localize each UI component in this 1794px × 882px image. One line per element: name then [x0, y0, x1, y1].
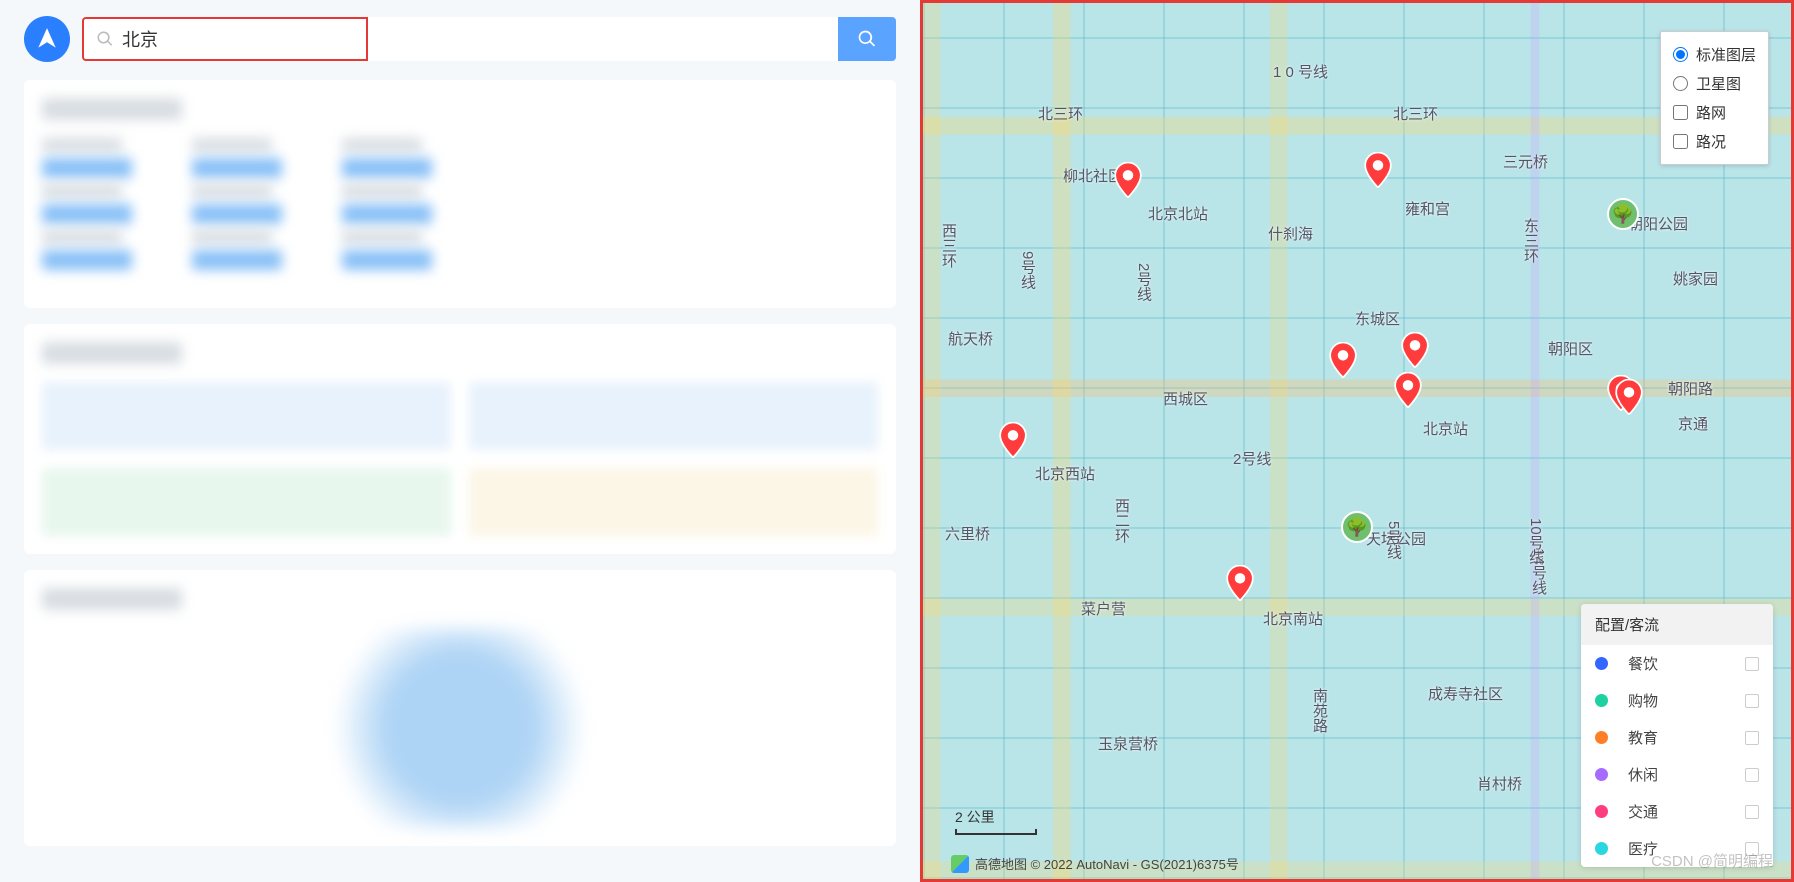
map-label: 南苑路	[1309, 688, 1330, 733]
map-label: 2号线	[1133, 263, 1154, 301]
legend-label: 交通	[1628, 801, 1725, 822]
map-label: 朝阳路	[1668, 378, 1713, 399]
map-marker[interactable]	[999, 422, 1027, 458]
map-label: 5号线	[1383, 521, 1404, 559]
legend-dot-icon	[1595, 731, 1608, 744]
map-marker[interactable]	[1364, 152, 1392, 188]
map-marker[interactable]	[1329, 342, 1357, 378]
map-label: 北京站	[1423, 418, 1468, 439]
park-icon: 🌳	[1607, 198, 1639, 230]
legend-dot-icon	[1595, 842, 1608, 855]
legend-item[interactable]: 购物	[1581, 682, 1773, 719]
map-label: 西三环	[938, 223, 959, 268]
map-label: 西二环	[1111, 498, 1132, 543]
search-extra-space	[368, 17, 838, 61]
map-label: 东城区	[1355, 308, 1400, 329]
search-input[interactable]	[122, 29, 354, 50]
map-label: 北京北站	[1148, 203, 1208, 224]
legend-dot-icon	[1595, 657, 1608, 670]
map-label: 成寿寺社区	[1428, 683, 1503, 704]
app-logo[interactable]	[24, 16, 70, 62]
legend-dot-icon	[1595, 805, 1608, 818]
map-label: 肖村桥	[1477, 773, 1522, 794]
map-label: 2号线	[1233, 448, 1271, 469]
layer-satellite[interactable]: 卫星图	[1673, 69, 1756, 98]
legend-label: 购物	[1628, 690, 1725, 711]
left-panel	[0, 0, 920, 882]
map-label: 北京西站	[1035, 463, 1095, 484]
map-label: 北京南站	[1263, 608, 1323, 629]
map-label: 菜户营	[1081, 598, 1126, 619]
search-input-wrap[interactable]	[82, 17, 368, 61]
map-attribution: 高德地图 © 2022 AutoNavi - GS(2021)6375号	[951, 854, 1239, 873]
layer-traffic[interactable]: 路况	[1673, 127, 1756, 156]
layer-control[interactable]: 标准图层 卫星图 路网 路况	[1660, 31, 1769, 165]
amap-logo-icon	[951, 855, 969, 873]
map-panel[interactable]: 北三环柳北社区西三环北京北站什刹海雍和宫北三环三元桥东三环朝阳公园航天桥东城区朝…	[920, 0, 1794, 882]
search-icon	[857, 29, 877, 49]
legend-label: 餐饮	[1628, 653, 1725, 674]
legend-checkbox[interactable]	[1745, 694, 1759, 708]
legend-panel: 配置/客流 餐饮购物教育休闲交通医疗	[1581, 604, 1773, 867]
map-label: 14号线	[1528, 548, 1549, 595]
map-label: 北三环	[1393, 103, 1438, 124]
legend-label: 休闲	[1628, 764, 1725, 785]
result-card-2	[24, 324, 896, 554]
scale-bar: 2 公里	[955, 807, 1037, 835]
legend-dot-icon	[1595, 694, 1608, 707]
result-card-3	[24, 570, 896, 846]
map-label: 玉泉营桥	[1098, 733, 1158, 754]
map-label: 京通	[1678, 413, 1708, 434]
map-label: 9号线	[1017, 251, 1038, 289]
legend-title: 配置/客流	[1581, 604, 1773, 645]
legend-checkbox[interactable]	[1745, 657, 1759, 671]
legend-item[interactable]: 教育	[1581, 719, 1773, 756]
map-marker[interactable]	[1401, 332, 1429, 368]
map-label: 什刹海	[1268, 223, 1313, 244]
blurred-title	[42, 588, 182, 610]
legend-item[interactable]: 餐饮	[1581, 645, 1773, 682]
map-marker[interactable]	[1226, 565, 1254, 601]
map-label: 姚家园	[1673, 268, 1718, 289]
map-label: 北三环	[1038, 103, 1083, 124]
blurred-title	[42, 98, 182, 120]
legend-checkbox[interactable]	[1745, 768, 1759, 782]
map-label: 六里桥	[945, 523, 990, 544]
watermark: CSDN @简明编程	[1651, 850, 1773, 871]
park-icon: 🌳	[1341, 511, 1373, 543]
map-marker[interactable]	[1615, 379, 1643, 415]
legend-item[interactable]: 交通	[1581, 793, 1773, 830]
map-label: 1 0 号线	[1273, 61, 1328, 82]
map-marker[interactable]	[1394, 372, 1422, 408]
search-button[interactable]	[838, 17, 896, 61]
legend-checkbox[interactable]	[1745, 805, 1759, 819]
blurred-title	[42, 342, 182, 364]
layer-roadnet[interactable]: 路网	[1673, 98, 1756, 127]
map-label: 西城区	[1163, 388, 1208, 409]
result-card-1	[24, 80, 896, 308]
map-label: 东三环	[1520, 218, 1541, 263]
search-icon	[96, 30, 114, 48]
search-bar	[24, 16, 896, 62]
map-marker[interactable]	[1114, 162, 1142, 198]
legend-dot-icon	[1595, 768, 1608, 781]
legend-item[interactable]: 休闲	[1581, 756, 1773, 793]
layer-standard[interactable]: 标准图层	[1673, 40, 1756, 69]
map-label: 朝阳区	[1548, 338, 1593, 359]
map-label: 航天桥	[948, 328, 993, 349]
legend-checkbox[interactable]	[1745, 731, 1759, 745]
legend-label: 教育	[1628, 727, 1725, 748]
map-label: 三元桥	[1503, 151, 1548, 172]
map-label: 雍和宫	[1405, 198, 1450, 219]
